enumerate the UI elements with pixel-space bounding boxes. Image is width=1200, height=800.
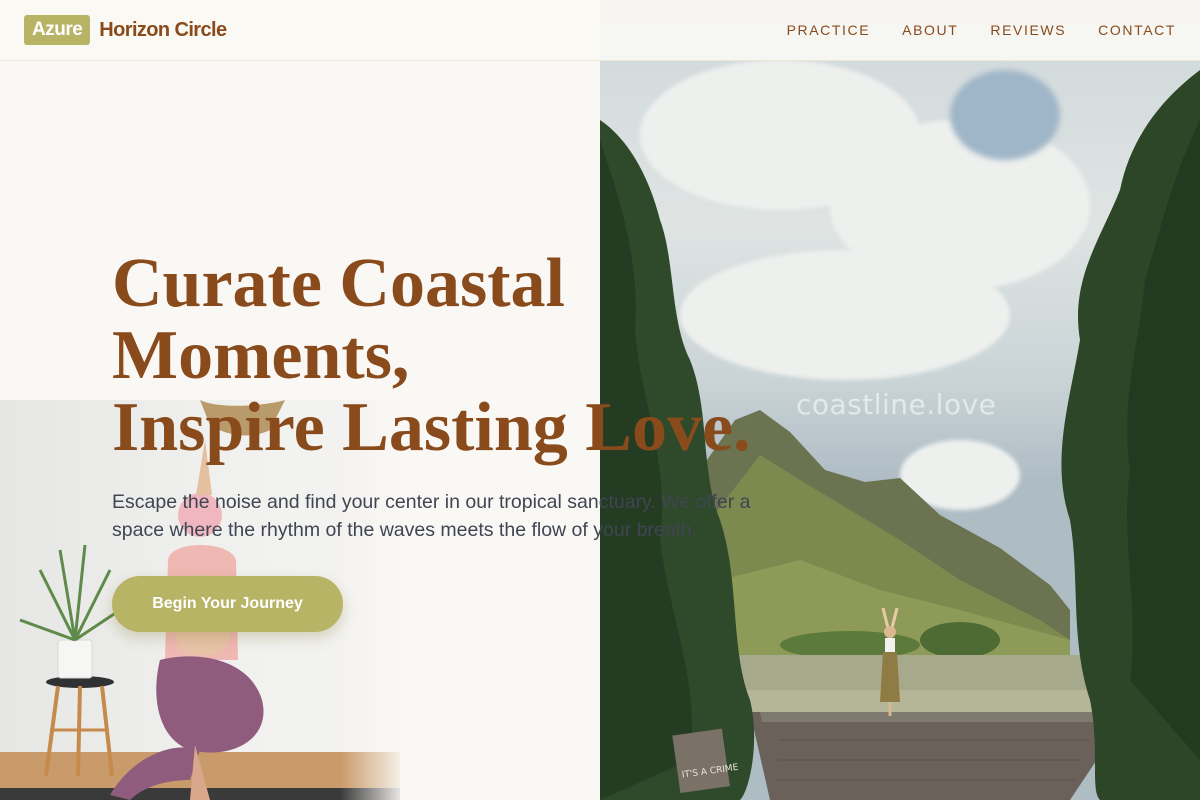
- hero-title: Curate Coastal Moments, Inspire Lasting …: [112, 248, 792, 464]
- hero-title-line: Moments,: [112, 317, 410, 394]
- brand-logo[interactable]: Azure Horizon Circle: [24, 15, 227, 45]
- nav-link-reviews[interactable]: REVIEWS: [990, 22, 1066, 38]
- begin-journey-button[interactable]: Begin Your Journey: [112, 576, 343, 632]
- brand-name: Horizon Circle: [99, 18, 227, 41]
- hero-title-line: Inspire Lasting Love.: [112, 389, 751, 466]
- hero-title-line: Curate Coastal: [112, 245, 565, 322]
- brand-badge: Azure: [24, 15, 91, 45]
- hero-subtitle: Escape the noise and find your center in…: [112, 491, 751, 541]
- nav-link-about[interactable]: ABOUT: [902, 22, 958, 38]
- site-header: Azure Horizon Circle PRACTICE ABOUT REVI…: [0, 0, 1200, 61]
- nav-link-contact[interactable]: CONTACT: [1098, 22, 1176, 38]
- photo-watermark: coastline.love: [796, 388, 997, 421]
- nav-link-practice[interactable]: PRACTICE: [787, 22, 871, 38]
- main-nav: PRACTICE ABOUT REVIEWS CONTACT: [787, 22, 1176, 38]
